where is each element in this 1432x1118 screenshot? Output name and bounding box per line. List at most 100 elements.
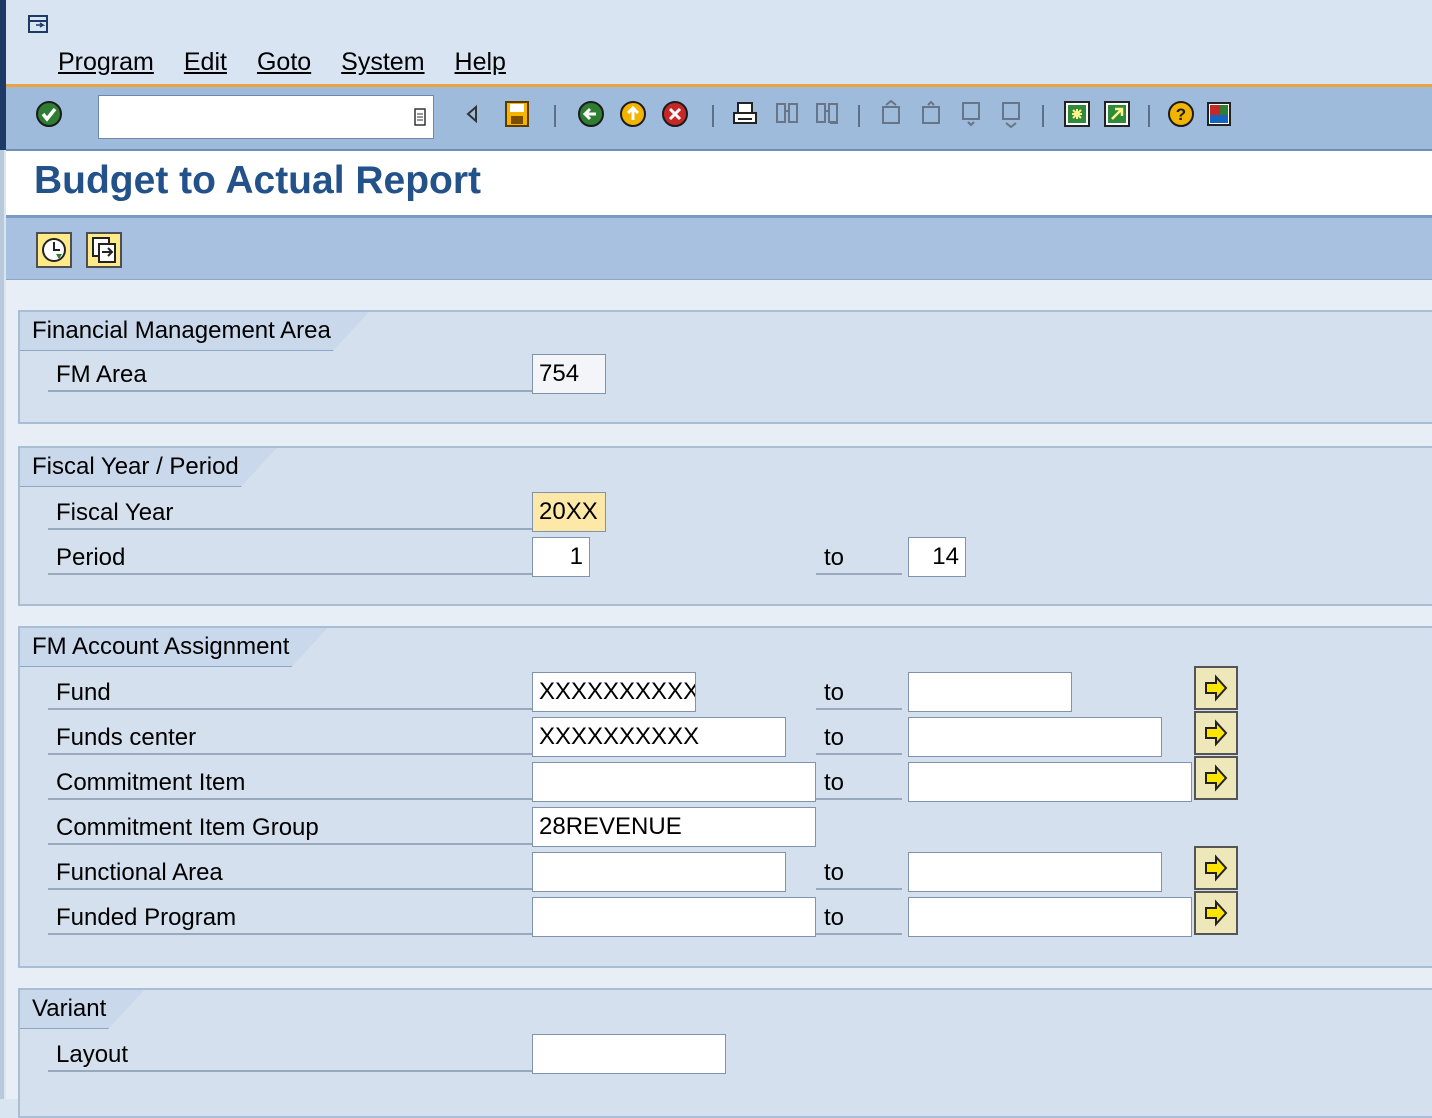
- row-commitment-item-group: Commitment Item Group 28REVENUE: [48, 807, 1428, 847]
- find-icon[interactable]: [772, 99, 802, 129]
- arrow-right-icon: [1205, 719, 1228, 747]
- fiscal-year-field[interactable]: 20XX: [532, 492, 606, 532]
- back-icon[interactable]: [576, 99, 606, 129]
- period-to-field[interactable]: 14: [908, 537, 966, 577]
- functional-area-to-field[interactable]: [908, 852, 1162, 892]
- layout-field[interactable]: [532, 1034, 726, 1074]
- group-title: FM Account Assignment: [20, 628, 327, 667]
- funded-program-label: Funded Program: [48, 897, 532, 935]
- help-icon[interactable]: ?: [1166, 99, 1196, 129]
- row-functional-area: Functional Area to: [48, 846, 1428, 892]
- menu-bar: Program Edit Goto System Help: [6, 0, 1432, 84]
- arrow-right-icon: [1205, 764, 1228, 792]
- group-title: Fiscal Year / Period: [20, 448, 277, 487]
- group-fm-area: Financial Management Area FM Area 754: [18, 310, 1432, 424]
- group-fm-account-assignment: FM Account Assignment Fund XXXXXXXXXX to…: [18, 626, 1432, 968]
- window-edge-lower: [0, 150, 4, 1099]
- menu: Program Edit Goto System Help: [58, 48, 536, 77]
- commitment-item-to-field[interactable]: [908, 762, 1192, 802]
- fm-area-field[interactable]: 754: [532, 354, 606, 394]
- group-title: Variant: [20, 990, 144, 1029]
- menu-item-help[interactable]: Help: [455, 48, 506, 77]
- fund-multiple-selection-button[interactable]: [1194, 666, 1238, 710]
- fund-label: Fund: [48, 672, 532, 710]
- toolbar-separator: [1042, 105, 1044, 127]
- page-title: Budget to Actual Report: [34, 159, 482, 202]
- toolbar-separator: [554, 105, 556, 127]
- toolbar-separator: [858, 105, 860, 127]
- to-label: to: [816, 852, 902, 890]
- selection-screen: Financial Management Area FM Area 754 Fi…: [6, 280, 1432, 1118]
- arrow-right-icon: [1205, 854, 1228, 882]
- menu-item-program[interactable]: Program: [58, 48, 154, 77]
- fiscal-year-label: Fiscal Year: [48, 492, 532, 530]
- to-label: to: [816, 762, 902, 800]
- customize-layout-icon[interactable]: [1204, 99, 1234, 129]
- execute-button[interactable]: [36, 232, 72, 268]
- print-icon[interactable]: [730, 99, 760, 129]
- menu-item-system[interactable]: System: [341, 48, 424, 77]
- toolbar-separator: [712, 105, 714, 127]
- row-fund: Fund XXXXXXXXXX to: [48, 666, 1428, 712]
- execute-icon: [42, 238, 66, 262]
- enter-icon[interactable]: [34, 99, 64, 129]
- funds-center-from-field[interactable]: XXXXXXXXXX: [532, 717, 786, 757]
- row-fiscal-year: Fiscal Year 20XX: [48, 492, 1428, 532]
- fm-area-label: FM Area: [48, 354, 532, 392]
- functional-area-label: Functional Area: [48, 852, 532, 890]
- find-next-icon[interactable]: [812, 99, 842, 129]
- fund-to-field[interactable]: [908, 672, 1072, 712]
- row-fm-area: FM Area 754: [48, 354, 1428, 394]
- group-fiscal-period: Fiscal Year / Period Fiscal Year 20XX Pe…: [18, 446, 1432, 606]
- application-toolbar: [6, 218, 1432, 280]
- toolbar-separator: [1148, 105, 1150, 127]
- svg-text:?: ?: [1176, 105, 1186, 124]
- command-field[interactable]: [98, 95, 434, 139]
- back-arrow-icon[interactable]: [458, 99, 488, 129]
- funds-center-to-field[interactable]: [908, 717, 1162, 757]
- next-page-icon[interactable]: [956, 99, 986, 129]
- funded-program-multiple-selection-button[interactable]: [1194, 891, 1238, 935]
- row-period: Period 1 to 14: [48, 537, 1428, 577]
- cancel-icon[interactable]: [660, 99, 690, 129]
- functional-area-multiple-selection-button[interactable]: [1194, 846, 1238, 890]
- commitment-item-group-label: Commitment Item Group: [48, 807, 532, 845]
- arrow-right-icon: [1205, 674, 1228, 702]
- commitment-item-label: Commitment Item: [48, 762, 532, 800]
- get-variant-icon: [92, 237, 116, 263]
- command-history-icon[interactable]: [413, 108, 427, 126]
- shortcut-icon[interactable]: [1102, 99, 1132, 129]
- period-label: Period: [48, 537, 532, 575]
- commitment-item-multiple-selection-button[interactable]: [1194, 756, 1238, 800]
- previous-page-icon[interactable]: [916, 99, 946, 129]
- row-funds-center: Funds center XXXXXXXXXX to: [48, 711, 1428, 757]
- menu-item-edit[interactable]: Edit: [184, 48, 227, 77]
- new-session-icon[interactable]: [1062, 99, 1092, 129]
- fund-from-field[interactable]: XXXXXXXXXX: [532, 672, 696, 712]
- to-label: to: [816, 672, 902, 710]
- row-commitment-item: Commitment Item to: [48, 756, 1428, 802]
- save-icon[interactable]: [502, 99, 532, 129]
- menu-item-goto[interactable]: Goto: [257, 48, 311, 77]
- functional-area-from-field[interactable]: [532, 852, 786, 892]
- group-title: Financial Management Area: [20, 312, 369, 351]
- funds-center-label: Funds center: [48, 717, 532, 755]
- to-label: to: [816, 717, 902, 755]
- layout-label: Layout: [48, 1034, 532, 1072]
- exit-icon[interactable]: [618, 99, 648, 129]
- system-menu-icon[interactable]: [28, 15, 48, 33]
- to-label: to: [816, 537, 902, 575]
- arrow-right-icon: [1205, 899, 1228, 927]
- funds-center-multiple-selection-button[interactable]: [1194, 711, 1238, 755]
- funded-program-from-field[interactable]: [532, 897, 816, 937]
- standard-toolbar: ?: [6, 87, 1432, 149]
- funded-program-to-field[interactable]: [908, 897, 1192, 937]
- to-label: to: [816, 897, 902, 935]
- title-bar: Budget to Actual Report: [6, 151, 1432, 215]
- commitment-item-from-field[interactable]: [532, 762, 816, 802]
- commitment-item-group-field[interactable]: 28REVENUE: [532, 807, 816, 847]
- get-variant-button[interactable]: [86, 232, 122, 268]
- period-from-field[interactable]: 1: [532, 537, 590, 577]
- last-page-icon[interactable]: [996, 99, 1026, 129]
- first-page-icon[interactable]: [876, 99, 906, 129]
